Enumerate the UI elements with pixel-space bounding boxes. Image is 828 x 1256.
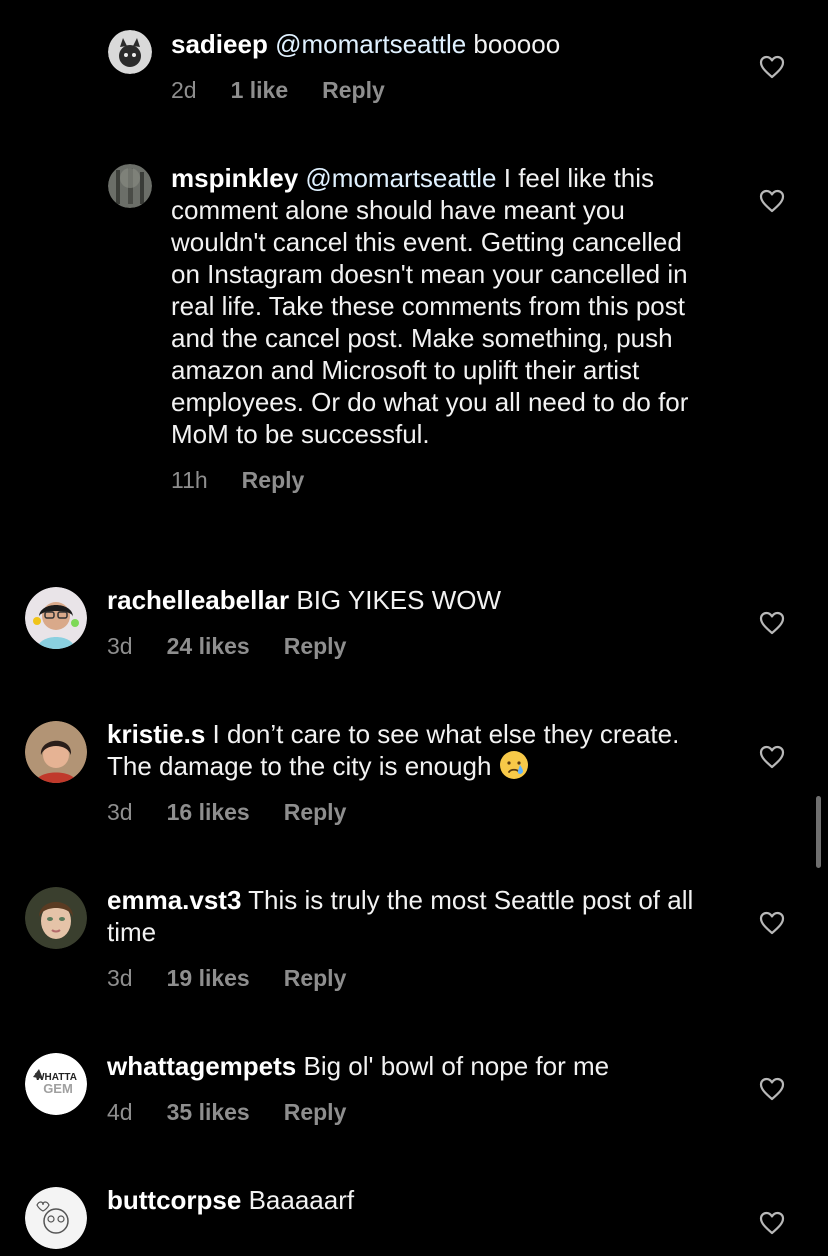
reply-button[interactable]: Reply: [284, 798, 347, 826]
like-count[interactable]: 16 likes: [167, 798, 250, 826]
comment-meta: 2d 1 like Reply: [171, 76, 716, 104]
avatar[interactable]: [25, 721, 87, 783]
avatar-logo-text: GEM: [43, 1081, 73, 1096]
comment-time: 3d: [107, 799, 133, 825]
comment-username[interactable]: buttcorpse: [107, 1185, 241, 1215]
heart-outline-icon[interactable]: [759, 911, 785, 935]
crying-face-emoji: [499, 751, 528, 779]
comment-meta: 3d 16 likes Reply: [107, 798, 717, 826]
comment-meta: 3d 24 likes Reply: [107, 632, 717, 660]
reply-button[interactable]: Reply: [284, 632, 347, 660]
comment-text: rachelleabellar BIG YIKES WOW: [107, 584, 717, 616]
heart-outline-icon[interactable]: [759, 189, 785, 213]
avatar[interactable]: WHATTA GEM: [25, 1053, 87, 1115]
heart-outline-icon[interactable]: [759, 745, 785, 769]
heart-outline-icon[interactable]: [759, 1077, 785, 1101]
comment-meta: 4d 35 likes Reply: [107, 1098, 717, 1126]
avatar[interactable]: [108, 30, 152, 74]
reply-button[interactable]: Reply: [242, 466, 305, 494]
comment-username[interactable]: sadieep: [171, 29, 268, 59]
comment-username[interactable]: mspinkley: [171, 163, 298, 193]
comment-body: booooo: [466, 29, 561, 59]
avatar[interactable]: [25, 887, 87, 949]
comment-text: kristie.s I don’t care to see what else …: [107, 718, 717, 782]
heart-outline-icon[interactable]: [759, 55, 785, 79]
comment-text: buttcorpse Baaaaarf: [107, 1184, 717, 1216]
comment-text: whattagempets Big ol' bowl of nope for m…: [107, 1050, 717, 1082]
comment-time: 11h: [171, 467, 208, 493]
comment-body: Big ol' bowl of nope for me: [296, 1051, 610, 1081]
heart-outline-icon[interactable]: [759, 1211, 785, 1235]
comment-username[interactable]: rachelleabellar: [107, 585, 289, 615]
comment-body: I feel like this comment alone should ha…: [171, 163, 689, 449]
mention-link[interactable]: @momartseattle: [305, 163, 496, 193]
avatar[interactable]: [108, 164, 152, 208]
scrollbar[interactable]: [816, 796, 821, 868]
avatar[interactable]: [25, 587, 87, 649]
like-count[interactable]: 19 likes: [167, 964, 250, 992]
comment-time: 3d: [107, 633, 133, 659]
comment-username[interactable]: kristie.s: [107, 719, 205, 749]
mention-link[interactable]: @momartseattle: [275, 29, 466, 59]
avatar[interactable]: [25, 1187, 87, 1249]
like-count[interactable]: 35 likes: [167, 1098, 250, 1126]
comment-meta: 3d 19 likes Reply: [107, 964, 717, 992]
like-count[interactable]: 1 like: [231, 76, 289, 104]
reply-button[interactable]: Reply: [284, 1098, 347, 1126]
comment-text: emma.vst3 This is truly the most Seattle…: [107, 884, 717, 948]
comment-text: sadieep @momartseattle booooo: [171, 28, 716, 60]
reply-button[interactable]: Reply: [322, 76, 385, 104]
reply-button[interactable]: Reply: [284, 964, 347, 992]
comment-body: Baaaaarf: [241, 1185, 355, 1215]
comment-username[interactable]: whattagempets: [107, 1051, 296, 1081]
comment-time: 2d: [171, 77, 197, 103]
comment-username[interactable]: emma.vst3: [107, 885, 241, 915]
comment-body: BIG YIKES WOW: [289, 585, 502, 615]
comment-text: mspinkley @momartseattle I feel like thi…: [171, 162, 716, 450]
comment-time: 3d: [107, 965, 133, 991]
like-count[interactable]: 24 likes: [167, 632, 250, 660]
heart-outline-icon[interactable]: [759, 611, 785, 635]
comment-meta: 11h Reply: [171, 466, 716, 494]
comment-time: 4d: [107, 1099, 133, 1125]
